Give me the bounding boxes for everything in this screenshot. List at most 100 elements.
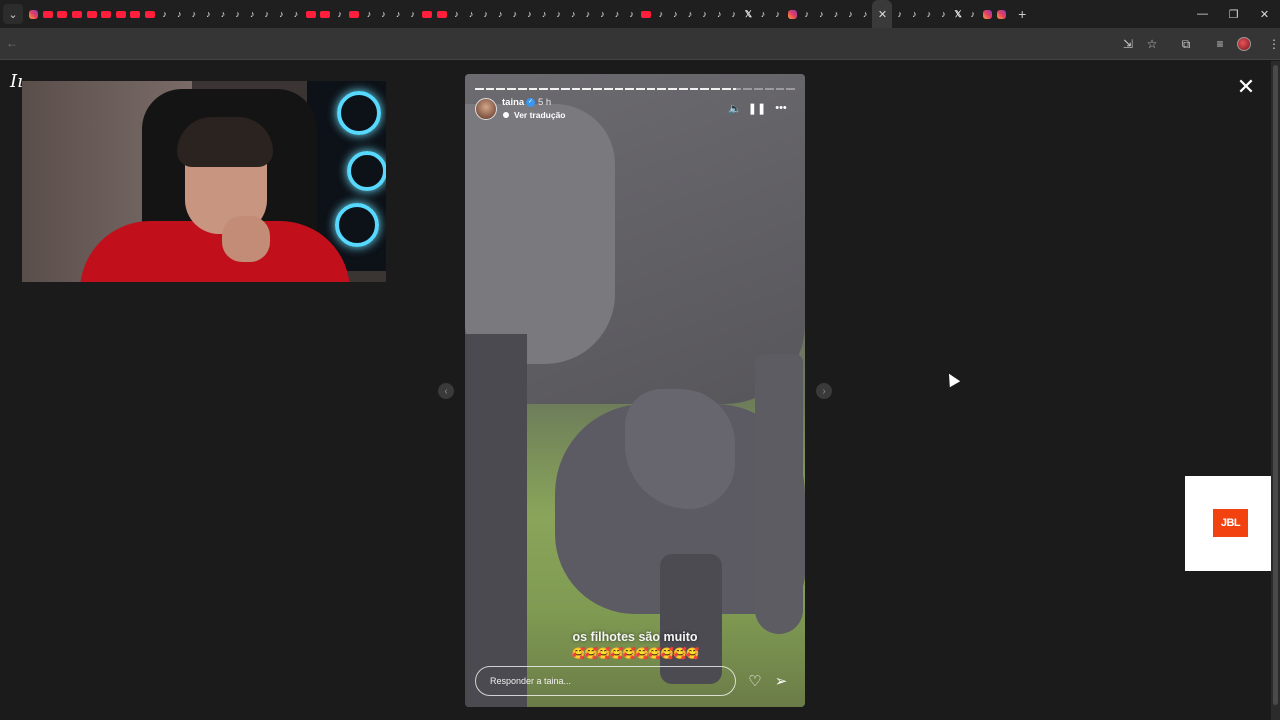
minimize-button[interactable]: — (1187, 0, 1218, 28)
browser-tab-tiktok[interactable]: ♪ (770, 0, 785, 28)
like-heart-icon[interactable]: ♡ (745, 671, 765, 691)
browser-tab-youtube[interactable] (114, 0, 129, 28)
browser-tab-tiktok[interactable]: ♪ (201, 0, 216, 28)
browser-tab-tiktok[interactable]: ♪ (449, 0, 464, 28)
browser-tab-tiktok[interactable]: ♪ (624, 0, 639, 28)
browser-tab-tiktok[interactable]: ♪ (654, 0, 669, 28)
browser-tab-youtube[interactable] (41, 0, 56, 28)
browser-tab-youtube[interactable] (435, 0, 450, 28)
browser-tab-tiktok[interactable]: ♪ (274, 0, 289, 28)
browser-tab-tiktok[interactable]: ♪ (756, 0, 771, 28)
progress-segment (668, 88, 677, 90)
browser-tab-tiktok[interactable]: ♪ (922, 0, 937, 28)
avatar[interactable] (475, 98, 497, 120)
browser-tab-instagram[interactable] (26, 0, 41, 28)
browser-tab-youtube[interactable] (143, 0, 158, 28)
browser-tab-instagram[interactable] (980, 0, 995, 28)
progress-segment (582, 88, 592, 90)
reply-input[interactable] (475, 666, 736, 696)
active-tab[interactable]: ✕ (872, 0, 893, 28)
new-tab-button[interactable]: + (1013, 5, 1031, 23)
browser-tab-x[interactable]: 𝕏 (741, 0, 756, 28)
browser-tab-tiktok[interactable]: ♪ (799, 0, 814, 28)
browser-tab-tiktok[interactable]: ♪ (697, 0, 712, 28)
browser-tab-tiktok[interactable]: ♪ (157, 0, 172, 28)
browser-tab-tiktok[interactable]: ♪ (965, 0, 980, 28)
story-frame[interactable]: taina ✓ 5 h Ver tradução 🔈 ❚❚ ••• os fil… (465, 74, 805, 707)
tab-search-button[interactable]: ⌄ (3, 4, 23, 24)
address-bar[interactable] (380, 31, 1105, 57)
next-story-button[interactable]: › (816, 383, 832, 399)
browser-tab-tiktok[interactable]: ♪ (376, 0, 391, 28)
browser-tab-tiktok[interactable]: ♪ (464, 0, 479, 28)
browser-tab-tiktok[interactable]: ♪ (230, 0, 245, 28)
close-tab-icon[interactable]: ✕ (878, 8, 887, 21)
browser-tab-tiktok[interactable]: ♪ (245, 0, 260, 28)
browser-tab-tiktok[interactable]: ♪ (566, 0, 581, 28)
browser-tab-tiktok[interactable]: ♪ (216, 0, 231, 28)
browser-tab-tiktok[interactable]: ♪ (551, 0, 566, 28)
browser-tab-tiktok[interactable]: ♪ (289, 0, 304, 28)
more-options-icon[interactable]: ••• (773, 101, 789, 115)
browser-tab-tiktok[interactable]: ♪ (187, 0, 202, 28)
browser-tab-tiktok[interactable]: ♪ (391, 0, 406, 28)
browser-tab-tiktok[interactable]: ♪ (683, 0, 698, 28)
previous-story-button[interactable]: ‹ (438, 383, 454, 399)
browser-tab-tiktok[interactable]: ♪ (332, 0, 347, 28)
browser-tab-youtube[interactable] (99, 0, 114, 28)
share-send-icon[interactable]: ➢ (771, 671, 791, 691)
page-scrollbar[interactable] (1271, 61, 1280, 720)
browser-tab-tiktok[interactable]: ♪ (595, 0, 610, 28)
profile-avatar[interactable] (1234, 34, 1254, 54)
jbl-ad-overlay[interactable]: JBL (1185, 476, 1280, 571)
browser-tab-tiktok[interactable]: ♪ (727, 0, 742, 28)
browser-tab-tiktok[interactable]: ♪ (537, 0, 552, 28)
story-username[interactable]: taina (502, 97, 524, 108)
star-icon[interactable]: ☆ (1142, 34, 1162, 54)
browser-tab-youtube[interactable] (70, 0, 85, 28)
browser-tab-tiktok[interactable]: ♪ (907, 0, 922, 28)
browser-tab-tiktok[interactable]: ♪ (712, 0, 727, 28)
browser-tab-instagram[interactable] (995, 0, 1010, 28)
browser-tab-youtube[interactable] (420, 0, 435, 28)
browser-tab-tiktok[interactable]: ♪ (478, 0, 493, 28)
media-icon[interactable]: ≡ (1210, 34, 1230, 54)
browser-tab-instagram[interactable] (785, 0, 800, 28)
volume-icon[interactable]: 🔈 (727, 101, 743, 115)
translate-link[interactable]: Ver tradução (514, 110, 566, 120)
browser-tab-tiktok[interactable]: ♪ (260, 0, 275, 28)
browser-tab-tiktok[interactable]: ♪ (829, 0, 844, 28)
pause-icon[interactable]: ❚❚ (748, 101, 766, 115)
browser-tab-youtube[interactable] (318, 0, 333, 28)
browser-tab-tiktok[interactable]: ♪ (581, 0, 596, 28)
browser-tab-tiktok[interactable]: ♪ (522, 0, 537, 28)
browser-tab-tiktok[interactable]: ♪ (508, 0, 523, 28)
browser-tab-tiktok[interactable]: ♪ (892, 0, 907, 28)
instagram-logo[interactable]: Iı (10, 71, 23, 92)
browser-tab-youtube[interactable] (84, 0, 99, 28)
browser-tab-tiktok[interactable]: ♪ (858, 0, 873, 28)
browser-tab-tiktok[interactable]: ♪ (668, 0, 683, 28)
back-button[interactable]: ← (6, 36, 18, 50)
extensions-icon[interactable]: ⧉ (1176, 34, 1196, 54)
browser-tab-tiktok[interactable]: ♪ (172, 0, 187, 28)
browser-tab-tiktok[interactable]: ♪ (362, 0, 377, 28)
browser-tab-youtube[interactable] (128, 0, 143, 28)
close-story-button[interactable]: ✕ (1234, 74, 1258, 99)
menu-icon[interactable]: ⋮ (1264, 34, 1280, 54)
install-icon[interactable]: ⇲ (1118, 34, 1138, 54)
browser-tab-tiktok[interactable]: ♪ (493, 0, 508, 28)
browser-tab-youtube[interactable] (55, 0, 70, 28)
browser-tab-youtube[interactable] (303, 0, 318, 28)
browser-tab-tiktok[interactable]: ♪ (405, 0, 420, 28)
browser-tab-tiktok[interactable]: ♪ (843, 0, 858, 28)
close-window-button[interactable]: ✕ (1249, 0, 1280, 28)
browser-tab-youtube[interactable] (347, 0, 362, 28)
browser-tab-x[interactable]: 𝕏 (951, 0, 966, 28)
browser-tab-tiktok[interactable]: ♪ (814, 0, 829, 28)
restore-button[interactable]: ❐ (1218, 0, 1249, 28)
progress-segment (614, 88, 624, 90)
browser-tab-youtube[interactable] (639, 0, 654, 28)
browser-tab-tiktok[interactable]: ♪ (610, 0, 625, 28)
browser-tab-tiktok[interactable]: ♪ (936, 0, 951, 28)
